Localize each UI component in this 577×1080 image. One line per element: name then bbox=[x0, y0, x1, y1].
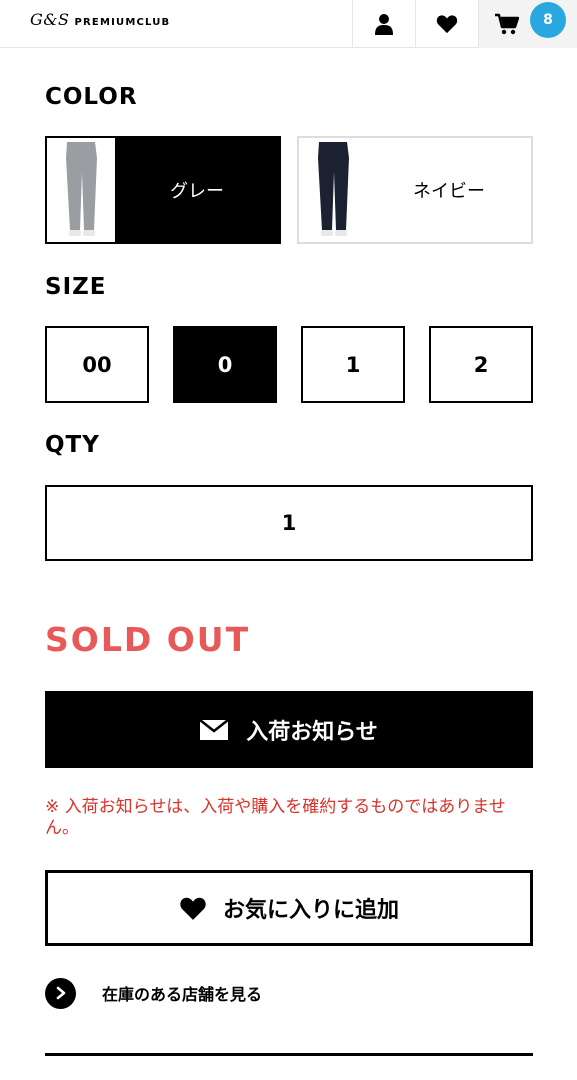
size-option-1[interactable]: 1 bbox=[301, 326, 405, 403]
color-option-gray-label: グレー bbox=[170, 181, 224, 202]
add-to-favorites-label: お気に入りに追加 bbox=[222, 898, 399, 923]
heart-icon bbox=[180, 897, 206, 920]
mail-icon bbox=[200, 719, 229, 740]
color-option-gray[interactable]: グレー bbox=[45, 136, 281, 244]
size-option-2[interactable]: 2 bbox=[429, 326, 533, 403]
color-section-label: COLOR bbox=[45, 84, 138, 110]
restock-notify-label: 入荷お知らせ bbox=[246, 719, 378, 745]
store-stock-label: 在庫のある店舗を見る bbox=[102, 985, 263, 1004]
product-thumbnail-navy bbox=[299, 138, 367, 242]
add-to-favorites-button[interactable]: お気に入りに追加 bbox=[45, 870, 533, 946]
store-stock-link[interactable]: 在庫のある店舗を見る bbox=[45, 977, 262, 1009]
heart-icon bbox=[436, 15, 458, 34]
color-option-navy-label: ネイビー bbox=[413, 181, 485, 202]
sold-out-status: SOLD OUT bbox=[45, 620, 251, 659]
account-button[interactable] bbox=[352, 0, 415, 48]
user-icon bbox=[375, 14, 393, 35]
favorites-button[interactable] bbox=[415, 0, 478, 48]
logo-text: PREMIUMCLUB bbox=[74, 17, 171, 28]
cart-count-badge: 8 bbox=[530, 2, 566, 38]
chevron-right-icon bbox=[45, 977, 76, 1009]
restock-notify-button[interactable]: 入荷お知らせ bbox=[45, 691, 533, 768]
restock-notice-text: ※ 入荷お知らせは、入荷や購入を確約するものではありません。 bbox=[45, 797, 506, 838]
size-option-0[interactable]: 0 bbox=[173, 326, 277, 403]
site-header: G&S PREMIUMCLUB 8 bbox=[0, 0, 577, 48]
logo-mark: G&S bbox=[30, 10, 70, 29]
section-divider bbox=[45, 1053, 533, 1056]
cart-icon bbox=[495, 13, 519, 35]
size-option-00[interactable]: 00 bbox=[45, 326, 149, 403]
quantity-select[interactable]: 1 bbox=[45, 485, 533, 561]
product-thumbnail-gray bbox=[47, 138, 115, 242]
size-section-label: SIZE bbox=[45, 274, 107, 300]
color-option-navy[interactable]: ネイビー bbox=[297, 136, 533, 244]
qty-section-label: QTY bbox=[45, 432, 100, 458]
site-logo[interactable]: G&S PREMIUMCLUB bbox=[30, 10, 170, 30]
